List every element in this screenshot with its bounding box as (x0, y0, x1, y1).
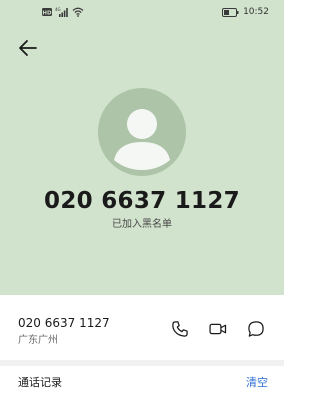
card-location: 广东广州 (18, 335, 58, 346)
message-icon[interactable] (246, 319, 266, 339)
call-history-title: 通话记录 (18, 376, 62, 389)
video-call-icon[interactable] (208, 319, 228, 339)
back-arrow-icon[interactable] (16, 36, 40, 60)
hd-icon: HD (42, 8, 52, 16)
status-bar: HD 4G 10:52 (0, 0, 284, 24)
blocked-status: 已加入黑名单 (112, 219, 172, 230)
call-history-section: 通话记录 清空 (0, 366, 284, 400)
wifi-icon (72, 7, 84, 17)
contact-card: 020 6637 1127 广东广州 (0, 295, 284, 360)
clear-history-button[interactable]: 清空 (246, 375, 268, 391)
phone-icon[interactable] (170, 319, 190, 339)
contact-phone-number: 020 6637 1127 (44, 188, 240, 214)
network-label: 4G (55, 7, 61, 12)
svg-text:HD: HD (42, 10, 52, 16)
avatar-icon (98, 88, 186, 176)
status-left: HD 4G (42, 6, 84, 18)
status-time: 10:52 (243, 7, 269, 17)
status-right: 10:52 (222, 6, 269, 18)
contact-header: HD 4G 10:52 020 6637 1127 已加入黑名单 (0, 0, 284, 295)
signal-icon: 4G (55, 7, 68, 17)
battery-icon (222, 7, 239, 17)
card-phone-number: 020 6637 1127 (18, 316, 110, 330)
